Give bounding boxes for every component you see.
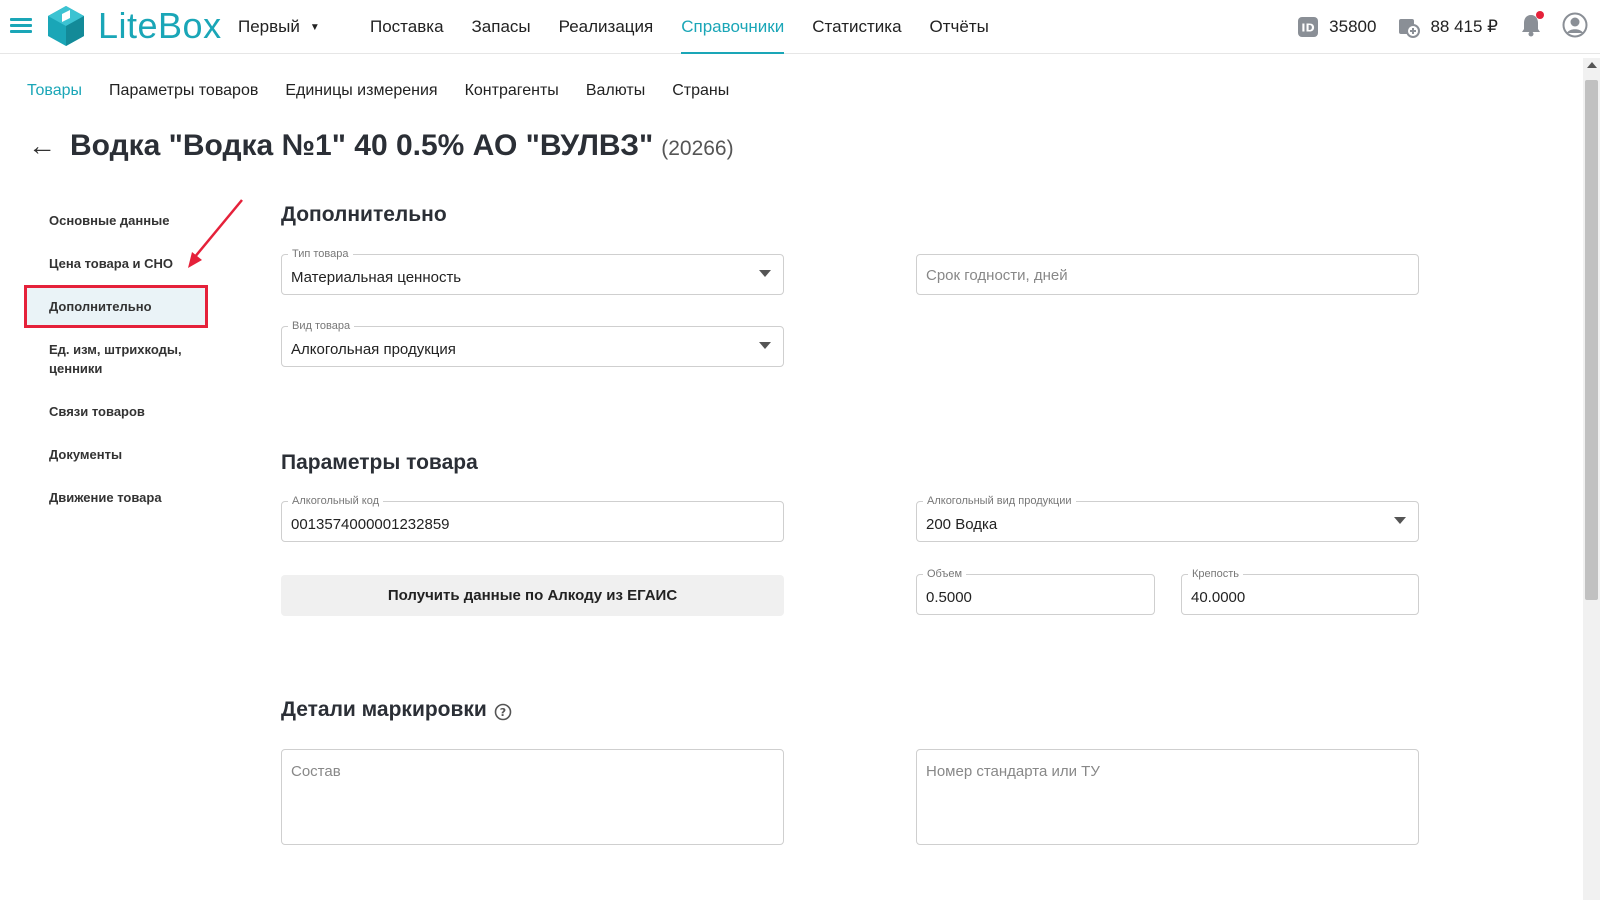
standard-textarea[interactable]: Номер стандарта или ТУ — [916, 749, 1419, 845]
subnav-products[interactable]: Товары — [27, 82, 82, 100]
section-title-additional: Дополнительно — [281, 203, 447, 226]
section-title-marking: Детали маркировки — [281, 698, 487, 721]
menu-product-links[interactable]: Связи товаров — [24, 390, 208, 433]
user-avatar[interactable] — [1562, 12, 1588, 43]
main-nav: Поставка Запасы Реализация Справочники С… — [370, 0, 1017, 54]
shelf-life-input[interactable]: Срок годности, дней — [916, 254, 1419, 295]
alco-code-input[interactable]: Алкогольный код 0013574000001232859 — [281, 495, 784, 542]
nav-statistics[interactable]: Статистика — [812, 0, 901, 54]
volume-label: Объем — [923, 568, 967, 581]
product-title: Водка "Водка №1" 40 0.5% АО "ВУЛВЗ" — [70, 129, 654, 162]
composition-placeholder: Состав — [291, 763, 341, 780]
volume-value: 0.5000 — [926, 589, 972, 606]
strength-label: Крепость — [1188, 568, 1243, 581]
alco-kind-label: Алкогольный вид продукции — [923, 495, 1076, 508]
svg-text:?: ? — [500, 706, 506, 719]
caret-down-icon — [1394, 517, 1406, 524]
notifications[interactable] — [1520, 10, 1544, 42]
menu-price-tax[interactable]: Цена товара и СНО — [24, 242, 208, 285]
alco-code-value: 0013574000001232859 — [291, 516, 450, 533]
subnav-counterparties[interactable]: Контрагенты — [465, 82, 559, 100]
composition-textarea[interactable]: Состав — [281, 749, 784, 845]
help-icon[interactable]: ? — [494, 703, 512, 721]
subnav-product-params[interactable]: Параметры товаров — [109, 82, 258, 100]
egais-fetch-button[interactable]: Получить данные по Алкоду из ЕГАИС — [281, 575, 784, 616]
sub-nav: Товары Параметры товаров Единицы измерен… — [27, 82, 756, 100]
subnav-units[interactable]: Единицы измерения — [285, 82, 437, 100]
alco-code-label: Алкогольный код — [288, 495, 384, 508]
id-card-icon: ID — [1298, 17, 1319, 37]
account-id[interactable]: ID 35800 — [1297, 16, 1376, 38]
user-icon — [1562, 12, 1588, 37]
caret-down-icon — [759, 342, 771, 349]
page-scrollbar[interactable] — [1583, 58, 1600, 900]
strength-value: 40.0000 — [1191, 589, 1246, 606]
caret-down-icon — [759, 270, 771, 277]
nav-stock[interactable]: Запасы — [472, 0, 531, 54]
product-kind-value: Алкогольная продукция — [291, 341, 456, 358]
product-kind-select[interactable]: Вид товара Алкогольная продукция — [281, 320, 784, 367]
logo-cube-icon — [48, 6, 84, 46]
logo-text: LiteBox — [98, 5, 222, 46]
scroll-up-icon[interactable] — [1587, 62, 1597, 68]
store-name: Первый — [238, 17, 300, 36]
caret-down-icon: ▼ — [309, 21, 320, 33]
logo[interactable]: LiteBox — [44, 4, 222, 48]
nav-sales[interactable]: Реализация — [559, 0, 654, 54]
menu-units-barcodes[interactable]: Ед. изм, штрихкоды, ценники — [24, 328, 208, 390]
menu-documents[interactable]: Документы — [24, 433, 208, 476]
svg-text:ID: ID — [1302, 22, 1315, 35]
volume-input[interactable]: Объем 0.5000 — [916, 568, 1155, 615]
menu-product-movement[interactable]: Движение товара — [24, 476, 208, 519]
back-arrow-icon[interactable]: ← — [28, 132, 56, 160]
standard-placeholder: Номер стандарта или ТУ — [926, 763, 1100, 780]
account-id-value: 35800 — [1329, 17, 1377, 36]
store-dropdown[interactable]: Первый ▼ — [238, 17, 320, 37]
menu-main-data[interactable]: Основные данные — [24, 199, 208, 242]
nav-supply[interactable]: Поставка — [370, 0, 444, 54]
balance[interactable]: 88 415 ₽ — [1398, 16, 1498, 38]
nav-reports[interactable]: Отчёты — [930, 0, 989, 54]
menu-icon[interactable] — [10, 18, 34, 36]
product-code: (20266) — [661, 137, 734, 160]
product-side-menu: Основные данные Цена товара и СНО Дополн… — [24, 199, 208, 519]
section-title-params: Параметры товара — [281, 451, 478, 474]
product-kind-label: Вид товара — [288, 320, 355, 333]
notification-dot — [1536, 10, 1544, 19]
balance-value: 88 415 ₽ — [1430, 17, 1498, 36]
product-type-value: Материальная ценность — [291, 269, 462, 286]
shelf-life-placeholder: Срок годности, дней — [926, 267, 1068, 284]
product-type-label: Тип товара — [288, 248, 353, 261]
scroll-thumb[interactable] — [1585, 80, 1598, 600]
product-type-select[interactable]: Тип товара Материальная ценность — [281, 248, 784, 295]
subnav-currencies[interactable]: Валюты — [586, 82, 645, 100]
alco-kind-select[interactable]: Алкогольный вид продукции 200 Водка — [916, 495, 1419, 542]
header-right: ID 35800 88 415 ₽ — [1275, 0, 1588, 54]
subnav-countries[interactable]: Страны — [672, 82, 729, 100]
alco-kind-value: 200 Водка — [926, 516, 998, 533]
strength-input[interactable]: Крепость 40.0000 — [1181, 568, 1419, 615]
top-header: LiteBox Первый ▼ Поставка Запасы Реализа… — [0, 0, 1600, 54]
nav-catalogs[interactable]: Справочники — [681, 0, 785, 54]
page-title: Водка "Водка №1" 40 0.5% АО "ВУЛВЗ" (2026… — [70, 129, 734, 163]
menu-additional[interactable]: Дополнительно — [24, 285, 208, 328]
wallet-add-icon — [1399, 19, 1421, 38]
